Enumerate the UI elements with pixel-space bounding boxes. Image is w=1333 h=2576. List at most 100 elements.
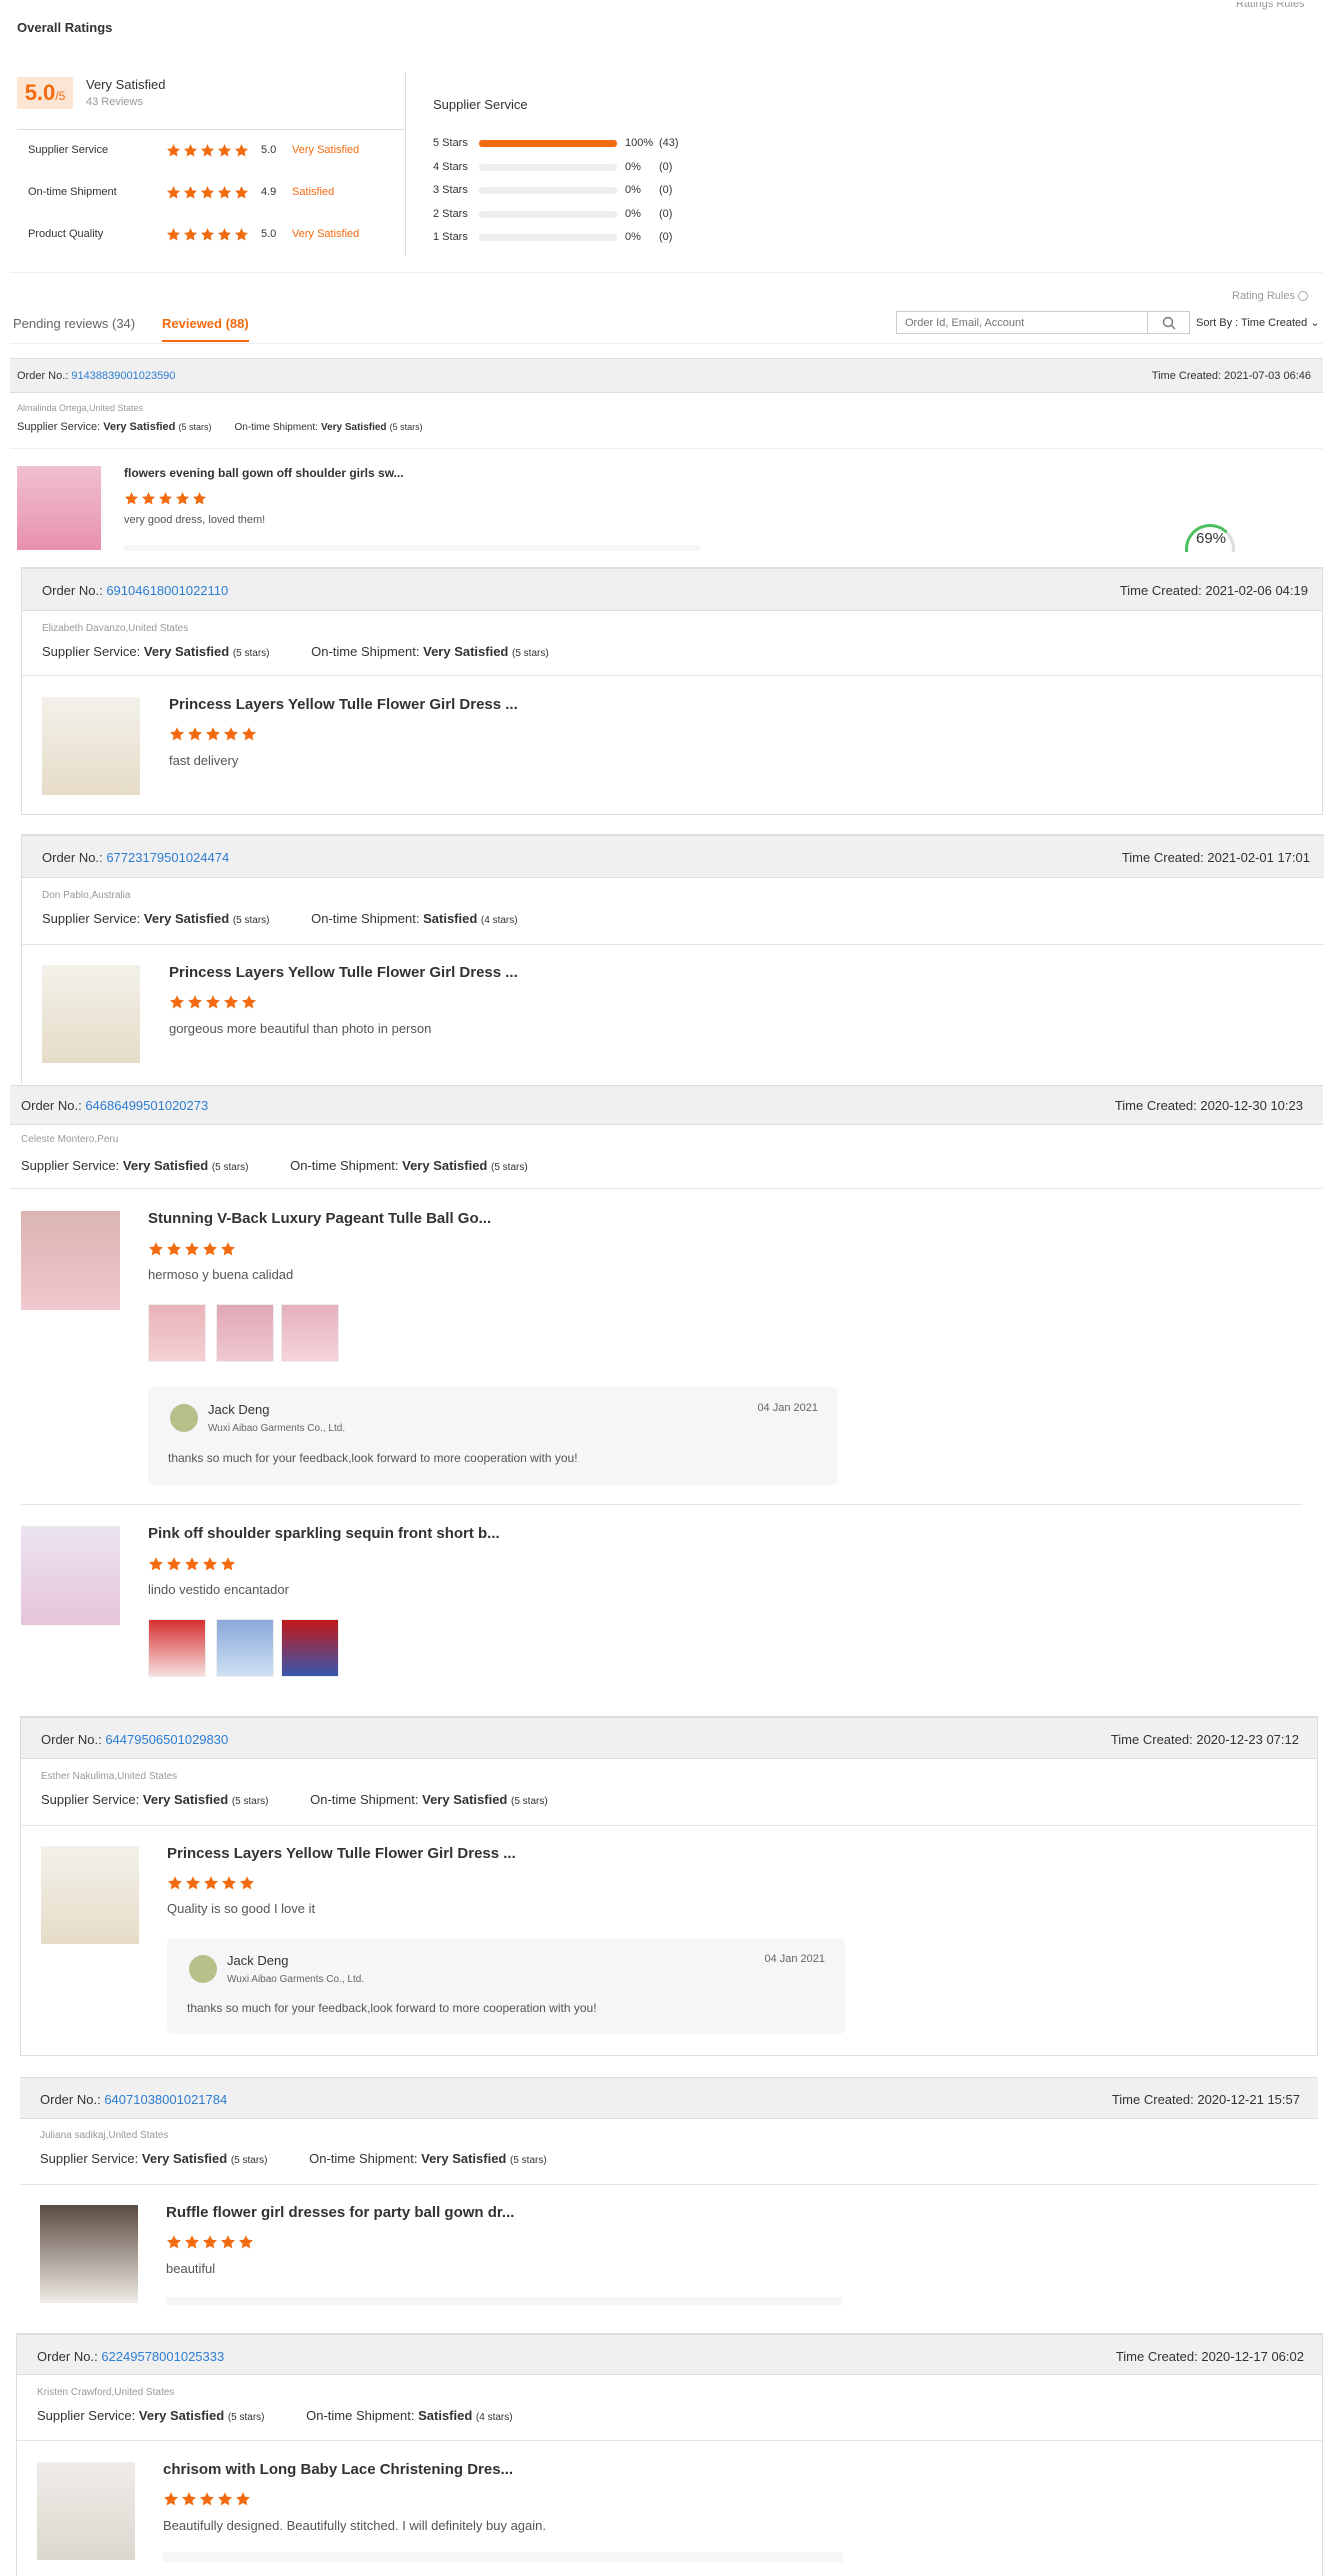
dist-count: (0)	[659, 231, 673, 243]
dist-label: 2 Stars	[433, 207, 468, 220]
order-no-link[interactable]: 64686499501020273	[85, 1098, 208, 1113]
rating-row-label: On-time Shipment	[28, 186, 117, 198]
overall-title: Overall Ratings	[17, 20, 113, 35]
star-icon	[141, 491, 156, 506]
tab-pending[interactable]: Pending reviews (34)	[13, 316, 135, 331]
reply-author: Jack Deng	[208, 1402, 270, 1417]
review-comment: hermoso y buena calidad	[148, 1267, 294, 1282]
order-header: Order No.: 91438839001023590 Time Create…	[10, 358, 1323, 393]
order-ratings: Supplier Service: Very Satisfied (5 star…	[42, 911, 518, 926]
rating-row-stars	[166, 226, 251, 244]
review-photo[interactable]	[216, 1304, 274, 1362]
order-divider	[21, 1825, 1317, 1826]
dist-count: (43)	[659, 137, 679, 149]
review-photo[interactable]	[148, 1619, 206, 1677]
overall-vdivider	[405, 72, 406, 256]
item-divider	[21, 1504, 1302, 1505]
review-stars	[163, 2490, 253, 2508]
star-icon	[175, 491, 190, 506]
product-thumbnail[interactable]	[17, 466, 101, 550]
order-no: Order No.: 69104618001022110	[42, 583, 229, 598]
product-thumbnail[interactable]	[42, 965, 140, 1063]
rating-row-level: Very Satisfied	[292, 228, 360, 240]
overall-level: Very Satisfied	[86, 77, 166, 92]
star-icon	[205, 726, 221, 742]
star-icon	[234, 143, 249, 158]
reply-company: Wuxi Aibao Garments Co., Ltd.	[227, 1974, 365, 1985]
order-no-link[interactable]: 67723179501024474	[106, 850, 229, 865]
star-icon	[220, 1556, 236, 1572]
star-icon	[235, 2491, 251, 2507]
overall-review-count: 43 Reviews	[86, 96, 143, 108]
star-icon	[200, 185, 215, 200]
order-divider	[22, 944, 1324, 945]
star-icon	[223, 994, 239, 1010]
order-no: Order No.: 64071038001021784	[40, 2092, 228, 2107]
rating-rules-label: Rating Rules	[1232, 290, 1295, 302]
star-icon	[217, 143, 232, 158]
order-header: Order No.: 64686499501020273 Time Create…	[10, 1085, 1323, 1125]
order-no-link[interactable]: 64071038001021784	[104, 2092, 227, 2107]
product-title[interactable]: Pink off shoulder sparkling sequin front…	[148, 1525, 500, 1542]
product-thumbnail[interactable]	[42, 697, 140, 795]
product-thumbnail[interactable]	[37, 2462, 135, 2560]
star-icon	[223, 726, 239, 742]
review-photo[interactable]	[281, 1304, 339, 1362]
order-no-link[interactable]: 69104618001022110	[106, 583, 228, 598]
seller-reply: Jack Deng Wuxi Aibao Garments Co., Ltd. …	[167, 1938, 845, 2034]
review-photo[interactable]	[148, 1304, 206, 1362]
order-no-link[interactable]: 64479506501029830	[105, 1732, 228, 1747]
order-divider	[22, 675, 1322, 676]
star-icon	[187, 726, 203, 742]
order-no: Order No.: 64686499501020273	[21, 1098, 209, 1113]
star-icon	[192, 491, 207, 506]
product-title[interactable]: chrisom with Long Baby Lace Christening …	[163, 2461, 513, 2478]
order-header: Order No.: 62249578001025333 Time Create…	[17, 2334, 1322, 2375]
dist-label: 1 Stars	[433, 231, 468, 243]
order-no-link[interactable]: 62249578001025333	[101, 2349, 224, 2364]
star-icon	[183, 185, 198, 200]
rating-row-value: 5.0	[261, 228, 277, 240]
review-photo[interactable]	[281, 1619, 339, 1677]
order-header: Order No.: 67723179501024474 Time Create…	[22, 835, 1324, 878]
product-title[interactable]: Stunning V-Back Luxury Pageant Tulle Bal…	[148, 1210, 491, 1227]
rating-row-label: Product Quality	[28, 228, 104, 240]
order-no-link[interactable]: 91438839001023590	[71, 370, 175, 382]
product-title[interactable]: Princess Layers Yellow Tulle Flower Girl…	[167, 1845, 516, 1862]
search-icon	[1162, 316, 1176, 330]
product-title[interactable]: Ruffle flower girl dresses for party bal…	[166, 2204, 514, 2221]
product-thumbnail[interactable]	[41, 1846, 139, 1944]
order-time: Time Created: 2020-12-23 07:12	[1110, 1732, 1299, 1747]
product-title[interactable]: flowers evening ball gown off shoulder g…	[124, 466, 404, 480]
star-icon	[241, 994, 257, 1010]
order-time: Time Created: 2021-02-06 04:19	[1119, 583, 1308, 598]
product-thumbnail[interactable]	[21, 1211, 120, 1310]
overall-score-badge: 5.0/5	[17, 77, 73, 109]
order-time: Time Created: 2020-12-30 10:23	[1114, 1098, 1303, 1113]
product-title[interactable]: Princess Layers Yellow Tulle Flower Girl…	[169, 964, 518, 981]
tab-reviewed[interactable]: Reviewed (88)	[162, 316, 249, 342]
review-comment: gorgeous more beautiful than photo in pe…	[169, 1021, 432, 1036]
dist-bar	[479, 140, 617, 147]
review-comment: lindo vestido encantador	[148, 1582, 289, 1597]
help-icon	[1298, 291, 1309, 302]
product-thumbnail[interactable]	[21, 1526, 120, 1625]
rating-row-stars	[166, 184, 251, 202]
search-button[interactable]	[1148, 311, 1190, 334]
star-icon	[238, 2234, 254, 2250]
search-input[interactable]	[896, 311, 1148, 334]
sort-select[interactable]: Sort By : Time Created ⌄	[1196, 316, 1333, 329]
review-photo[interactable]	[216, 1619, 274, 1677]
star-icon	[169, 994, 185, 1010]
product-title[interactable]: Princess Layers Yellow Tulle Flower Girl…	[169, 696, 518, 713]
star-icon	[234, 185, 249, 200]
rating-row-stars	[166, 142, 251, 160]
star-icon	[158, 491, 173, 506]
product-thumbnail[interactable]	[40, 2205, 138, 2303]
rating-rules-link[interactable]: Rating Rules	[1232, 290, 1309, 302]
buyer-name: Elizabeth Davanzo,United States	[42, 623, 189, 634]
ratings-rules-link[interactable]: Ratings Rules	[1236, 2, 1304, 10]
tabs-baseline	[10, 343, 1323, 344]
star-icon	[148, 1556, 164, 1572]
order-time: Time Created: 2021-07-03 06:46	[1151, 370, 1311, 382]
